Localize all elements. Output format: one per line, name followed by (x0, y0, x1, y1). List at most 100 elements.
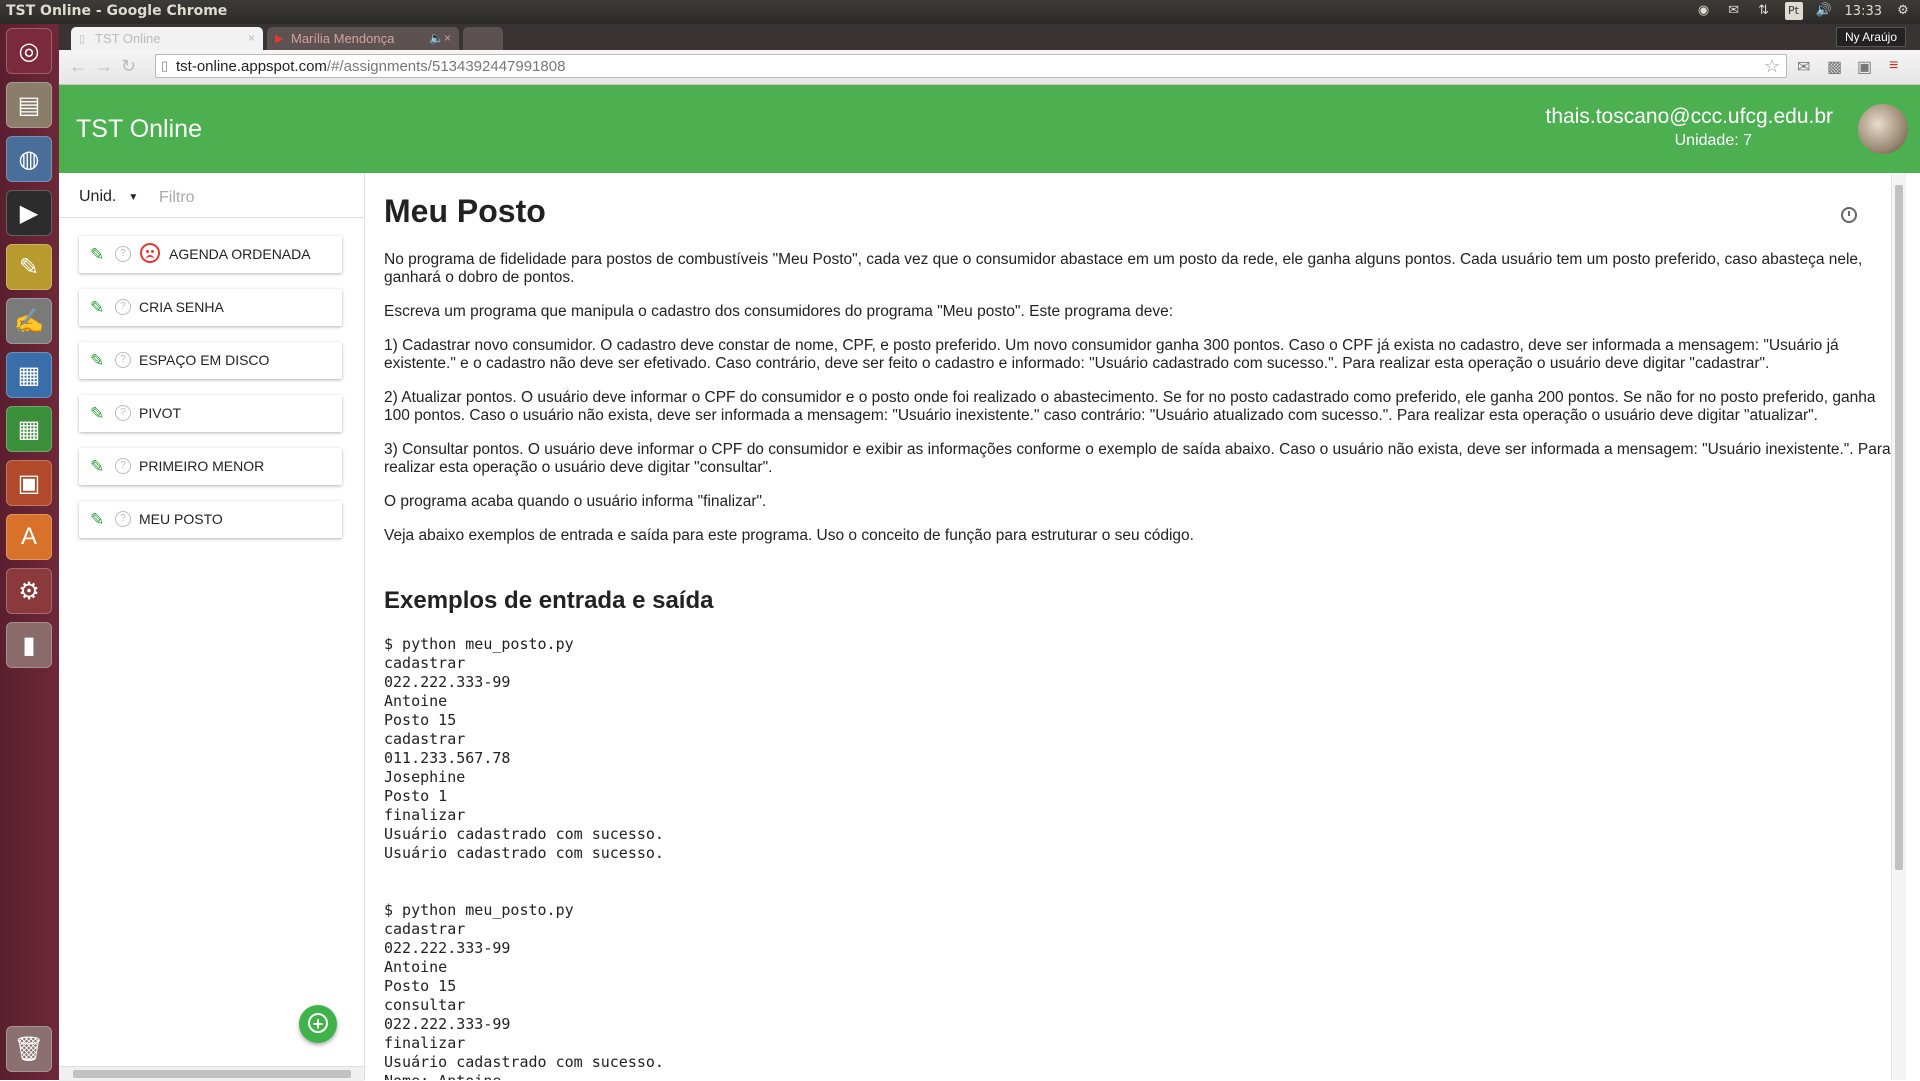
help-icon[interactable]: ? (115, 511, 131, 527)
assignment-item[interactable]: ✎ ? AGENDA ORDENADA (79, 236, 342, 273)
filter-input[interactable] (157, 183, 356, 213)
clock[interactable]: 13:33 (1845, 4, 1882, 19)
assignment-item[interactable]: ✎ ? MEU POSTO (79, 501, 342, 538)
impress-icon[interactable]: ▣ (6, 460, 52, 506)
address-bar[interactable]: ▯ tst-online.appspot.com/#/assignments/5… (155, 54, 1787, 78)
bookmark-star-icon[interactable]: ☆ (1764, 56, 1780, 77)
back-icon[interactable]: ← (69, 56, 87, 77)
gimp-icon[interactable]: ✎ (6, 244, 52, 290)
files-icon[interactable]: ▤ (6, 82, 52, 128)
user-email: thais.toscano@ccc.ufcg.edu.br (1545, 105, 1833, 128)
pencil-icon[interactable]: ✎ (90, 245, 104, 265)
assignment-item[interactable]: ✎ ? ESPAÇO EM DISCO (79, 342, 342, 379)
tab-strip: ▯ TST Online × ▶ Marília Mendonça 🔈× Ny … (59, 24, 1920, 50)
window-title: TST Online - Google Chrome (6, 3, 228, 19)
example-block: $ python meu_posto.py cadastrar 022.222.… (384, 901, 664, 1080)
description-paragraph: 3) Consultar pontos. O usuário deve info… (384, 441, 1891, 476)
close-tab-icon[interactable]: 🔈× (429, 31, 451, 45)
chrome-icon[interactable]: ◍ (6, 136, 52, 182)
add-assignment-button[interactable]: + (299, 1005, 337, 1043)
description-paragraph: Escreva um programa que manipula o cadas… (384, 303, 1173, 320)
ubuntu-dash-icon[interactable]: ◎ (6, 28, 52, 74)
text-editor-icon[interactable]: ✍ (6, 298, 52, 344)
assignment-label: ESPAÇO EM DISCO (139, 352, 270, 368)
usb-drive-icon[interactable]: ▮ (6, 622, 52, 668)
pencil-icon[interactable]: ✎ (90, 351, 104, 371)
assignment-item[interactable]: ✎ ? PIVOT (79, 395, 342, 432)
tab-youtube[interactable]: ▶ Marília Mendonça 🔈× (267, 27, 459, 50)
description-paragraph: Veja abaixo exemplos de entrada e saída … (384, 527, 1194, 544)
history-icon[interactable] (1841, 207, 1857, 223)
pencil-icon[interactable]: ✎ (90, 510, 104, 530)
description-paragraph: No programa de fidelidade para postos de… (384, 251, 1863, 286)
pencil-icon[interactable]: ✎ (90, 457, 104, 477)
extension-icon[interactable]: ▩ (1827, 57, 1842, 77)
app-brand[interactable]: TST Online (76, 115, 202, 144)
sidebar: Unid. ▼ ✎ ? AGENDA ORDENADA ✎ ? CRIA SENH… (59, 173, 365, 1081)
chevron-down-icon: ▼ (128, 192, 139, 203)
page-info-icon[interactable]: ▯ (161, 58, 168, 74)
page-title: Meu Posto (384, 193, 546, 229)
filter-bar: Unid. ▼ (59, 173, 364, 218)
help-icon[interactable]: ? (115, 458, 131, 474)
menu-icon[interactable]: ≡ (1889, 57, 1898, 75)
assignment-item[interactable]: ✎ ? PRIMEIRO MENOR (79, 448, 342, 485)
close-tab-icon[interactable]: × (248, 31, 255, 45)
extension-icon[interactable]: ▣ (1857, 57, 1872, 77)
assignment-item[interactable]: ✎ ? CRIA SENHA (79, 289, 342, 326)
software-center-icon[interactable]: A (6, 514, 52, 560)
unit-select[interactable]: Unid. ▼ (79, 188, 138, 206)
os-top-panel: TST Online - Google Chrome ◉ ✉ ⇅ Pt 🔊 13… (0, 0, 1920, 24)
scrollbar-thumb[interactable] (73, 1070, 351, 1078)
forward-icon[interactable]: → (95, 56, 113, 77)
app-header: TST Online thais.toscano@ccc.ufcg.edu.br… (59, 85, 1920, 173)
assignment-description: No programa de fidelidade para postos de… (384, 251, 1894, 561)
assignment-label: MEU POSTO (139, 511, 223, 527)
description-paragraph: O programa acaba quando o usuário inform… (384, 493, 767, 510)
assignment-content: Meu Posto No programa de fidelidade para… (365, 173, 1906, 1080)
assignment-label: AGENDA ORDENADA (169, 246, 311, 262)
vertical-scrollbar[interactable] (1891, 173, 1906, 1080)
unit-label: Unidade: 7 (1674, 132, 1752, 149)
url-host: tst-online.appspot.com (176, 58, 327, 75)
url-path: /#/assignments/5134392447991808 (326, 58, 566, 75)
youtube-icon: ▶ (275, 33, 284, 45)
assignment-label: PIVOT (139, 405, 182, 421)
tab-label: TST Online (95, 31, 161, 46)
example-block: $ python meu_posto.py cadastrar 022.222.… (384, 635, 664, 862)
volume-icon[interactable]: 🔊 (1815, 2, 1833, 20)
tab-tst-online[interactable]: ▯ TST Online × (71, 27, 263, 50)
plus-icon: + (308, 1013, 328, 1034)
page-icon: ▯ (79, 33, 86, 45)
extension-icon[interactable]: ✉ (1797, 57, 1810, 77)
chrome-tray-icon[interactable]: ◉ (1695, 2, 1713, 20)
pencil-icon[interactable]: ✎ (90, 404, 104, 424)
description-paragraph: 1) Cadastrar novo consumidor. O cadastro… (384, 337, 1839, 372)
profile-button[interactable]: Ny Araújo (1835, 27, 1906, 47)
messaging-icon[interactable]: ✉ (1725, 2, 1743, 20)
help-icon[interactable]: ? (115, 352, 131, 368)
system-tray: ◉ ✉ ⇅ Pt 🔊 13:33 ⚙ (1695, 2, 1912, 20)
keyboard-layout-indicator[interactable]: Pt (1784, 2, 1803, 20)
calc-icon[interactable]: ▦ (6, 406, 52, 452)
help-icon[interactable]: ? (115, 299, 131, 315)
scrollbar-thumb[interactable] (1895, 185, 1903, 870)
unit-select-value: Unid. (79, 188, 117, 205)
network-icon[interactable]: ⇅ (1755, 2, 1773, 20)
settings-icon[interactable]: ⚙ (6, 568, 52, 614)
terminal-icon[interactable]: ▶ (6, 190, 52, 236)
description-paragraph: 2) Atualizar pontos. O usuário deve info… (384, 389, 1876, 424)
trash-icon[interactable]: 🗑 (6, 1026, 52, 1072)
help-icon[interactable]: ? (115, 405, 131, 421)
writer-icon[interactable]: ▦ (6, 352, 52, 398)
reload-icon[interactable]: ↻ (121, 56, 136, 77)
help-icon[interactable]: ? (115, 246, 131, 262)
sad-face-icon (140, 243, 160, 263)
launcher: ◎ ▤ ◍ ▶ ✎ ✍ ▦ ▦ ▣ A ⚙ ▮ 🗑 (0, 24, 60, 1080)
new-tab-button[interactable] (463, 27, 503, 50)
gear-icon[interactable]: ⚙ (1894, 2, 1912, 20)
avatar[interactable] (1858, 104, 1908, 154)
assignment-label: CRIA SENHA (139, 299, 224, 315)
pencil-icon[interactable]: ✎ (90, 298, 104, 318)
horizontal-scrollbar[interactable] (59, 1066, 364, 1081)
